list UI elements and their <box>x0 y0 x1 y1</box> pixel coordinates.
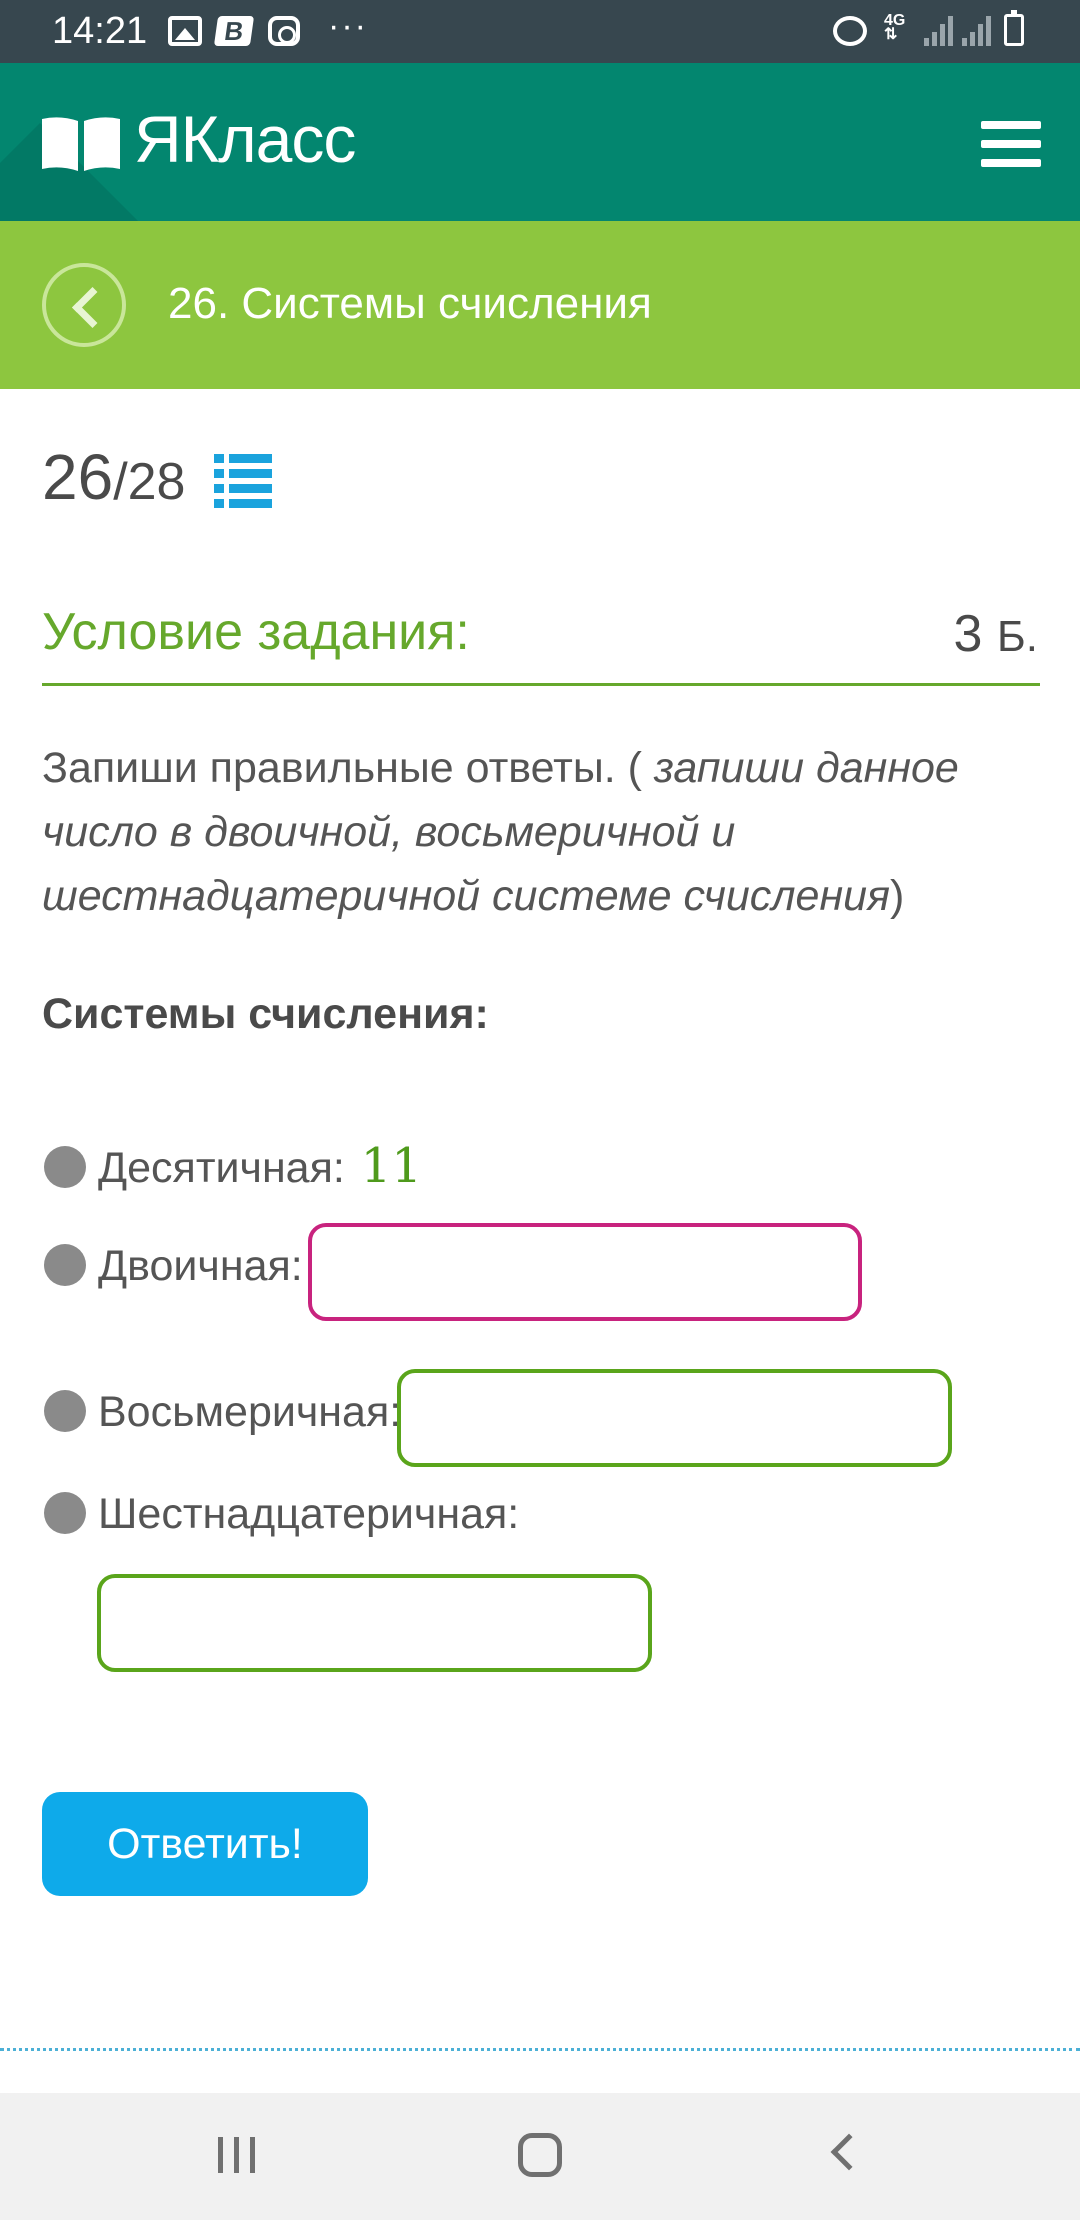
binary-input[interactable] <box>312 1227 858 1317</box>
gallery-icon <box>168 16 202 46</box>
binary-row: Двоичная: <box>44 1242 303 1291</box>
status-time: 14:21 <box>52 10 148 52</box>
octal-row: Восьмеричная: <box>44 1388 401 1437</box>
bullet-icon <box>44 1389 86 1432</box>
submit-button[interactable]: Ответить! <box>42 1792 368 1896</box>
topic-bar: 26. Системы счисления <box>0 221 1080 389</box>
task-text: Запиши правильные ответы. ( запиши данно… <box>42 736 1042 928</box>
system-nav-bar <box>0 2093 1080 2220</box>
app-header: ЯКласс <box>0 63 1080 221</box>
signal-icon <box>924 16 954 46</box>
instagram-icon <box>268 16 300 46</box>
status-bar: 14:21 B ··· 4G ⇅ <box>0 0 1080 63</box>
b-icon: B <box>213 16 255 46</box>
binary-input-field[interactable] <box>308 1223 862 1321</box>
home-icon[interactable] <box>518 2133 562 2177</box>
decimal-row: Десятичная: 11 <box>44 1138 422 1194</box>
circle-back-icon[interactable] <box>42 263 126 347</box>
back-icon[interactable] <box>830 2133 868 2171</box>
bullet-icon <box>44 1145 86 1188</box>
hex-label: Шестнадцатеричная: <box>98 1490 520 1538</box>
condition-divider <box>42 683 1040 686</box>
more-icon: ··· <box>328 7 368 45</box>
binary-label: Двоичная: <box>98 1242 303 1290</box>
task-text-end: ) <box>890 872 905 920</box>
topic-title: 26. Системы счисления <box>168 279 652 328</box>
task-current: 26 <box>42 441 114 513</box>
points-unit: Б. <box>996 612 1038 661</box>
octal-input-field[interactable] <box>397 1369 952 1467</box>
task-counter: 26/28 <box>42 440 185 514</box>
alarm-icon <box>833 16 867 46</box>
list-icon[interactable] <box>214 454 272 508</box>
network-label: 4G <box>884 12 906 29</box>
book-logo-icon[interactable] <box>42 115 120 171</box>
octal-label: Восьмеричная: <box>98 1388 402 1436</box>
recent-apps-icon[interactable] <box>218 2137 258 2173</box>
hamburger-menu-icon[interactable] <box>981 121 1041 167</box>
decimal-label: Десятичная: <box>98 1144 345 1192</box>
bullet-icon <box>44 1491 86 1534</box>
hex-input-field[interactable] <box>97 1574 652 1672</box>
hex-input[interactable] <box>101 1578 648 1668</box>
battery-charging-icon <box>1004 10 1024 46</box>
task-text-plain: Запиши правильные ответы. ( <box>42 744 642 792</box>
decimal-value: 11 <box>360 1138 422 1194</box>
dotted-divider <box>0 2048 1080 2051</box>
systems-heading: Системы счисления: <box>42 990 489 1038</box>
condition-title: Условие задания: <box>42 603 470 661</box>
points-value: 3 <box>953 605 983 663</box>
hex-row: Шестнадцатеричная: <box>44 1490 519 1539</box>
octal-input[interactable] <box>401 1373 948 1463</box>
signal-icon <box>962 16 992 46</box>
task-total: /28 <box>113 453 186 511</box>
condition-points: 3 Б. <box>954 604 1038 664</box>
network-4g-icon: 4G ⇅ <box>884 12 906 43</box>
logo-text[interactable]: ЯКласс <box>134 101 356 177</box>
bullet-icon <box>44 1243 86 1286</box>
